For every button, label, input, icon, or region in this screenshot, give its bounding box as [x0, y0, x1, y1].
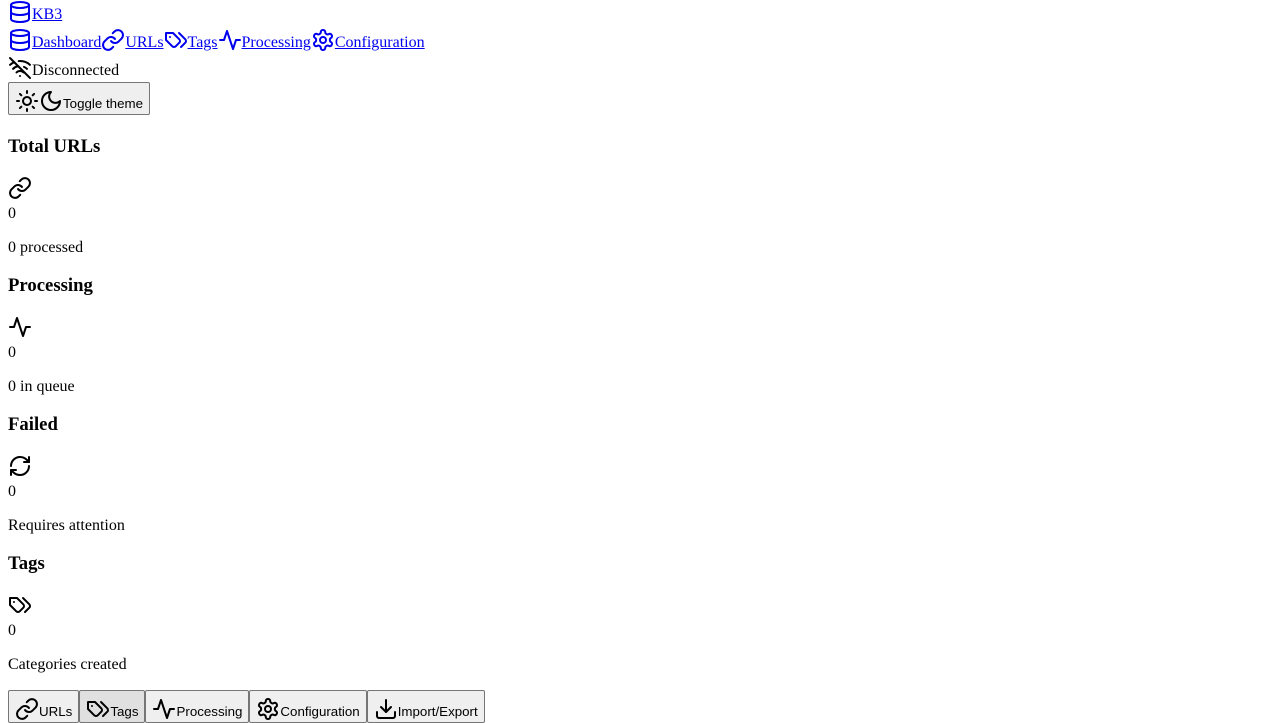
stat-card-title: Processing — [8, 275, 93, 296]
action-import-export-button[interactable]: Import/Export — [366, 690, 485, 723]
tags-icon — [8, 593, 32, 617]
stat-card-processing: Processing 0 0 in queue — [8, 275, 1272, 396]
moon-icon — [39, 89, 63, 113]
link-icon — [101, 28, 125, 52]
stat-card-title: Tags — [8, 553, 45, 574]
nav-dashboard-label: Dashboard — [32, 34, 102, 51]
nav-urls[interactable]: URLs — [101, 28, 164, 52]
action-configuration-label: Configuration — [280, 704, 360, 719]
connection-status-label: Disconnected — [32, 62, 120, 79]
brand-name: KB3 — [32, 6, 63, 23]
action-configuration-button[interactable]: Configuration — [249, 690, 367, 723]
nav-configuration-label: Configuration — [334, 34, 425, 51]
nav-tags-label: Tags — [187, 34, 218, 51]
toggle-theme-button[interactable]: Toggle theme — [8, 82, 151, 115]
link-icon — [8, 176, 32, 200]
stat-card-title: Total URLs — [8, 136, 101, 157]
activity-icon — [218, 28, 242, 52]
gear-icon — [256, 697, 280, 721]
nav-tags[interactable]: Tags — [164, 28, 218, 52]
stat-card-note: 0 processed — [8, 239, 84, 256]
nav-dashboard[interactable]: Dashboard — [8, 28, 101, 52]
download-icon — [374, 697, 398, 721]
link-icon — [15, 697, 39, 721]
main-nav: Dashboard URLs Tags Processing Configura… — [8, 24, 1272, 52]
brand-link[interactable]: KB3 — [8, 0, 62, 24]
activity-icon — [8, 315, 32, 339]
stat-card-failed: Failed 0 Requires attention — [8, 414, 1272, 535]
action-urls-label: URLs — [39, 704, 73, 719]
action-urls-button[interactable]: URLs — [8, 690, 80, 723]
dashboard-page: KB3 Dashboard URLs Tags Processing Confi… — [0, 0, 1280, 723]
brand: KB3 — [8, 0, 1272, 24]
nav-urls-label: URLs — [125, 34, 164, 51]
nav-processing[interactable]: Processing — [218, 28, 311, 52]
connection-status: Disconnected — [8, 52, 1272, 80]
refresh-icon — [8, 454, 32, 478]
action-processing-button[interactable]: Processing — [145, 690, 250, 723]
sun-icon — [15, 89, 39, 113]
wifi-off-icon — [8, 56, 32, 80]
action-tags-label: Tags — [110, 704, 139, 719]
stat-card-tags: Tags 0 Categories created — [8, 553, 1272, 674]
tags-icon — [164, 28, 188, 52]
stat-card-note: Categories created — [8, 656, 127, 673]
stat-card-note: 0 in queue — [8, 378, 75, 395]
toggle-theme-label: Toggle theme — [63, 96, 144, 111]
nav-processing-label: Processing — [241, 34, 311, 51]
action-processing-label: Processing — [176, 704, 243, 719]
database-icon — [8, 28, 32, 52]
stat-card-value: 0 — [8, 483, 16, 500]
activity-icon — [152, 697, 176, 721]
action-tags-button[interactable]: Tags — [79, 690, 146, 723]
gear-icon — [311, 28, 335, 52]
quick-actions: URLs Tags Processing Configuration Impor… — [8, 690, 1272, 723]
nav-configuration[interactable]: Configuration — [311, 28, 425, 52]
stat-card-value: 0 — [8, 622, 16, 639]
tags-icon — [86, 697, 110, 721]
database-icon — [8, 0, 32, 24]
stat-card-total-urls: Total URLs 0 0 processed — [8, 136, 1272, 257]
action-import-export-label: Import/Export — [397, 704, 478, 719]
stat-card-value: 0 — [8, 344, 16, 361]
stat-card-note: Requires attention — [8, 517, 125, 534]
stat-card-title: Failed — [8, 414, 58, 435]
stat-card-value: 0 — [8, 205, 16, 222]
